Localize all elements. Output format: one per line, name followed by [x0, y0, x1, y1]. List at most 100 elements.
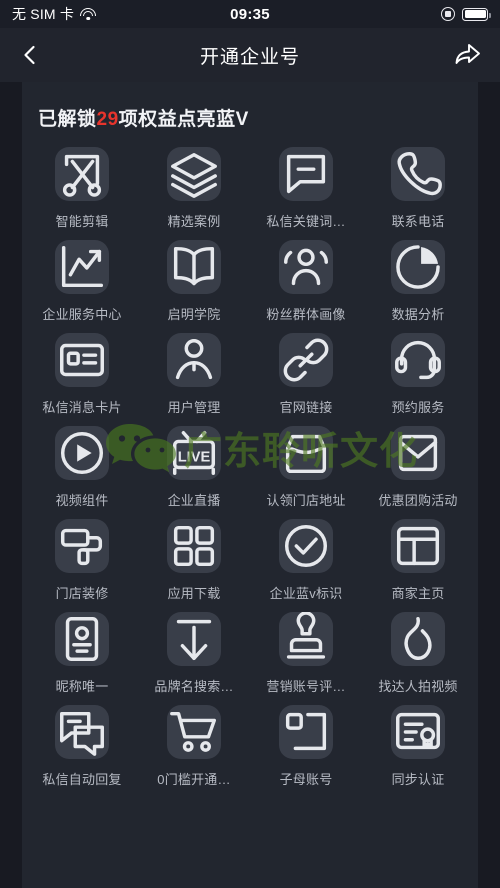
benefit-item-label: 私信关键词…: [266, 214, 346, 229]
benefit-item-label: 智能剪辑: [55, 214, 109, 229]
benefit-item[interactable]: 商家主页: [362, 519, 474, 602]
benefit-item[interactable]: 门店装修: [26, 519, 138, 602]
benefits-grid: 智能剪辑 精选案例 私信关键词… 联系电话企业服务中心 启明学院 粉丝群体画像 数据分析私信…: [0, 147, 500, 788]
open-book-icon: [167, 240, 221, 294]
benefit-item[interactable]: 私信自动回复: [26, 705, 138, 788]
benefit-item[interactable]: 精选案例: [138, 147, 250, 230]
wifi-icon: [80, 8, 97, 20]
storefront-icon: [279, 426, 333, 480]
benefit-item-label: 同步认证: [391, 772, 445, 787]
scissors-crop-icon: [55, 147, 109, 201]
back-chevron-icon: [24, 45, 35, 65]
benefit-item-label: 子母账号: [279, 772, 333, 787]
benefit-item[interactable]: 预约服务: [362, 333, 474, 416]
benefit-item-label: 预约服务: [391, 400, 445, 415]
benefit-item-label: 企业服务中心: [42, 307, 122, 322]
benefit-item-label: 0门槛开通…: [157, 772, 231, 787]
share-button[interactable]: [432, 41, 482, 69]
benefit-item-label: 品牌名搜索…: [154, 679, 234, 694]
benefit-item[interactable]: 品牌名搜索…: [138, 612, 250, 695]
back-button[interactable]: [18, 43, 68, 67]
benefit-item-label: 用户管理: [167, 400, 221, 415]
pie-chart-icon: [391, 240, 445, 294]
benefit-item-label: 私信消息卡片: [42, 400, 122, 415]
benefit-item-label: 数据分析: [391, 307, 445, 322]
status-bar-left: 无 SIM 卡: [12, 4, 230, 24]
contact-card-icon: [55, 333, 109, 387]
benefit-item[interactable]: 启明学院: [138, 240, 250, 323]
app-screen: 无 SIM 卡 09:35 开通企业号 已解锁29项权益点亮蓝V 智能剪辑 精选案…: [0, 0, 500, 888]
benefit-item[interactable]: 用户管理: [138, 333, 250, 416]
battery-full-icon: [462, 7, 491, 21]
benefit-item[interactable]: 0门槛开通…: [138, 705, 250, 788]
phone-icon: [391, 147, 445, 201]
share-arrow-icon: [455, 44, 480, 64]
stamp-icon: [279, 612, 333, 666]
benefit-item[interactable]: 昵称唯一: [26, 612, 138, 695]
headline-suffix: 项权益点亮蓝V: [118, 109, 249, 130]
benefit-item-label: 昵称唯一: [55, 679, 109, 694]
id-card-icon: [55, 612, 109, 666]
shopping-cart-icon: [167, 705, 221, 759]
benefit-item-label: 应用下载: [167, 586, 221, 601]
benefit-item[interactable]: 优惠团购活动: [362, 426, 474, 509]
play-circle-icon: [55, 426, 109, 480]
benefit-item-label: 粉丝群体画像: [266, 307, 346, 322]
message-bubble-icon: [279, 147, 333, 201]
benefit-item[interactable]: 应用下载: [138, 519, 250, 602]
chat-reply-icon: [55, 705, 109, 759]
status-bar-right: [270, 7, 491, 21]
line-chart-icon: [55, 240, 109, 294]
status-bar-clock: 09:35: [230, 5, 270, 23]
benefit-item-label: 找达人拍视频: [378, 679, 458, 694]
benefit-item[interactable]: 同步认证: [362, 705, 474, 788]
user-person-icon: [167, 333, 221, 387]
benefit-item-label: 启明学院: [167, 307, 221, 322]
benefit-item[interactable]: 数据分析: [362, 240, 474, 323]
benefit-item[interactable]: 粉丝群体画像: [250, 240, 362, 323]
benefit-item[interactable]: 视频组件: [26, 426, 138, 509]
benefit-item[interactable]: 智能剪辑: [26, 147, 138, 230]
benefit-item-label: 企业直播: [167, 493, 221, 508]
headset-icon: [391, 333, 445, 387]
svg-text:LIVE: LIVE: [178, 449, 211, 465]
benefit-item[interactable]: 联系电话: [362, 147, 474, 230]
envelope-icon: [391, 426, 445, 480]
rotation-lock-icon: [441, 7, 455, 21]
benefit-item-label: 认领门店地址: [266, 493, 346, 508]
benefit-item[interactable]: 企业服务中心: [26, 240, 138, 323]
benefit-item-label: 企业蓝v标识: [269, 586, 343, 601]
grid-squares-icon: [167, 519, 221, 573]
live-tv-icon: LIVE: [167, 426, 221, 480]
benefit-item[interactable]: 认领门店地址: [250, 426, 362, 509]
headline-prefix: 已解锁: [38, 109, 97, 130]
benefit-item[interactable]: 企业蓝v标识: [250, 519, 362, 602]
page-title: 开通企业号: [199, 46, 300, 68]
status-bar: 无 SIM 卡 09:35: [0, 0, 500, 28]
unlocked-headline: 已解锁29项权益点亮蓝V: [38, 104, 500, 131]
benefit-item[interactable]: 找达人拍视频: [362, 612, 474, 695]
benefit-item[interactable]: LIVE 企业直播: [138, 426, 250, 509]
paint-roller-icon: [55, 519, 109, 573]
headline-count: 29: [96, 109, 119, 130]
benefit-item-label: 联系电话: [391, 214, 445, 229]
link-chain-icon: [279, 333, 333, 387]
benefit-item-label: 优惠团购活动: [378, 493, 458, 508]
benefit-item-label: 官网链接: [279, 400, 333, 415]
benefit-item[interactable]: 营销账号评…: [250, 612, 362, 695]
benefit-item[interactable]: 子母账号: [250, 705, 362, 788]
benefit-item[interactable]: 私信关键词…: [250, 147, 362, 230]
benefit-item-label: 门店装修: [55, 586, 109, 601]
benefit-item-label: 私信自动回复: [42, 772, 122, 787]
certificate-icon: [391, 705, 445, 759]
nav-bar: 开通企业号: [0, 28, 500, 82]
carrier-label: 无 SIM 卡: [12, 6, 75, 22]
parent-child-account-icon: [279, 705, 333, 759]
benefit-item-label: 精选案例: [167, 214, 221, 229]
flame-icon: [391, 612, 445, 666]
layers-icon: [167, 147, 221, 201]
arrow-up-icon: [167, 612, 221, 666]
benefit-item[interactable]: 官网链接: [250, 333, 362, 416]
people-group-icon: [279, 240, 333, 294]
benefit-item[interactable]: 私信消息卡片: [26, 333, 138, 416]
